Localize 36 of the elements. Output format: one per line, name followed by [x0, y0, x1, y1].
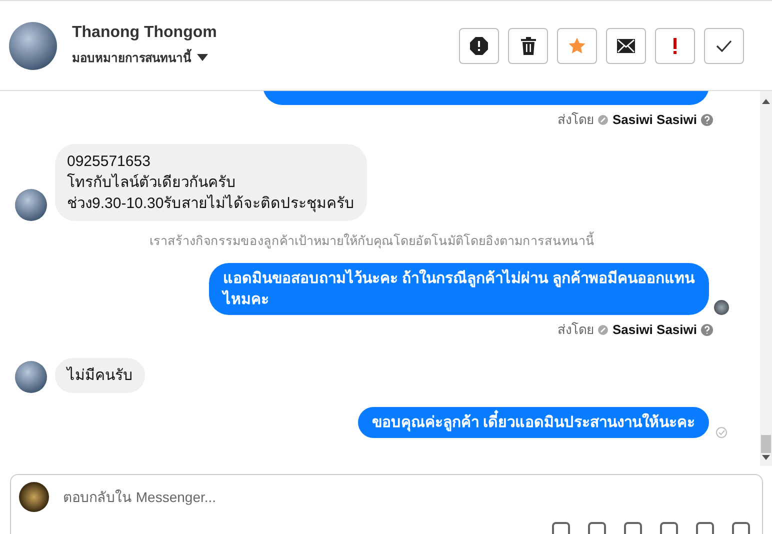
octagon-alert-icon — [470, 36, 488, 54]
contact-name: Thanong Thongom — [72, 24, 218, 42]
scroll-down-icon[interactable] — [762, 455, 770, 460]
message-bubble: 0925571653 โทรกับไลน์ตัวเดียวกันครับ ช่วง9.30-10.30รับสายไม่ได้จะติดประชุมครับ — [55, 144, 367, 221]
verified-icon — [598, 114, 608, 124]
star-button[interactable] — [557, 28, 597, 64]
sent-by-label: ส่งโดย — [557, 111, 594, 129]
avatar — [19, 482, 49, 512]
reply-field[interactable]: ตอบกลับใน Messenger... — [10, 474, 763, 534]
scroll-up-icon[interactable] — [762, 99, 770, 104]
avatar — [9, 22, 57, 70]
assign-dropdown[interactable]: มอบหมายการสนทนานี้ — [72, 48, 459, 67]
delete-button[interactable] — [508, 28, 548, 64]
avatar — [15, 189, 47, 221]
message-bubble: แอดมินขอสอบถามไว้นะคะ ถ้าในกรณีลูกค้าไม่ผ่าน ลูกค้าพอมีคนออกแทนไหมคะ — [209, 263, 709, 315]
exclamation-icon — [673, 38, 677, 54]
caret-icon — [197, 54, 208, 61]
help-icon — [701, 114, 713, 126]
spam-button[interactable] — [459, 28, 499, 64]
message-bubble: ขอบคุณค่ะลูกค้า เดี๋ยวแอดมินประสานงานให้นะคะ — [358, 407, 709, 438]
done-button[interactable] — [704, 28, 744, 64]
help-icon — [701, 324, 713, 336]
sent-by-label: ส่งโดย — [557, 321, 594, 339]
system-notice: เราสร้างกิจกรรมของลูกค้าเป้าหมายให้กับคุณโดยอัตโนมัติโดยอิงตามการสนทนานี้ — [15, 231, 729, 251]
scrollbar-thumb[interactable] — [761, 435, 771, 453]
star-icon — [568, 36, 586, 54]
checkmark-icon — [716, 40, 732, 52]
mail-button[interactable] — [606, 28, 646, 64]
avatar — [15, 361, 47, 393]
verified-icon — [598, 324, 608, 334]
agent-name: Sasiwi Sasiwi — [612, 322, 697, 337]
agent-name: Sasiwi Sasiwi — [612, 112, 697, 127]
envelope-icon — [617, 38, 635, 52]
important-button[interactable] — [655, 28, 695, 64]
message-bubble: ไม่มีคนรับ — [55, 358, 145, 393]
trash-icon — [520, 36, 536, 54]
